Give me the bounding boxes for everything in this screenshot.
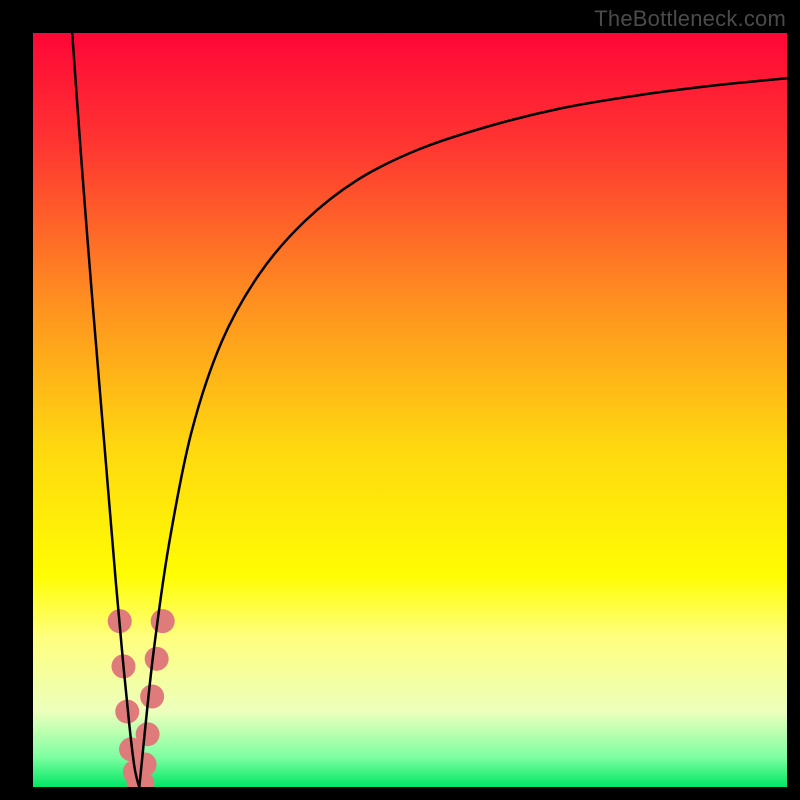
data-point: [140, 685, 164, 709]
chart-frame: TheBottleneck.com: [0, 0, 800, 800]
watermark-text: TheBottleneck.com: [594, 6, 786, 32]
bottleneck-right-curve: [139, 78, 787, 787]
data-point: [145, 647, 169, 671]
data-point: [151, 609, 175, 633]
curve-layer: [33, 33, 787, 787]
data-point: [136, 722, 160, 746]
plot-area: [33, 33, 787, 787]
